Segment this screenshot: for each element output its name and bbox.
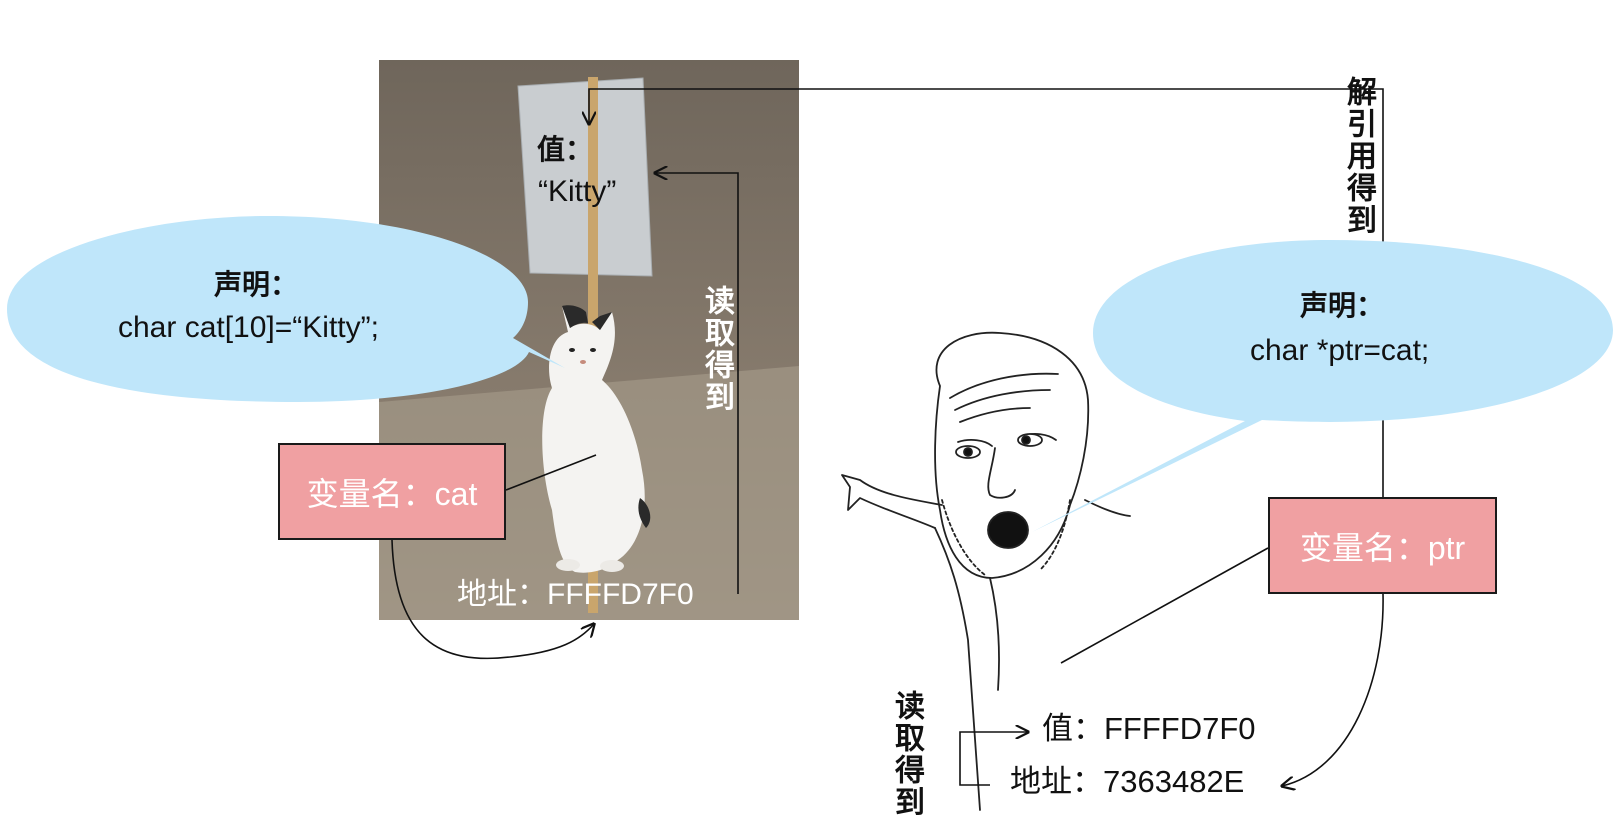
ptr-name-box: 变量名：ptr [1268,497,1497,594]
ptr-speech-bubble [1032,240,1613,532]
ptr-read-label: 读取得到 [889,690,924,818]
cat-declaration-code: char cat[10]=“Kitty”; [118,311,379,344]
ptr-address-arrow [1282,593,1384,786]
cat-address-label: 地址：FFFFD7F0 [457,578,694,611]
cat-read-label: 读取得到 [699,285,734,413]
ptr-name-connector [1060,547,1269,664]
cat-value-text: “Kitty” [538,175,617,208]
cat-declaration-label: 声明： [214,268,299,301]
ptr-value-label: 值：FFFFD7F0 [1042,711,1256,746]
cat-name-box: 变量名：cat [278,443,506,540]
cat-value-label: 值： [537,133,594,166]
diagram-canvas: 值： “Kitty” 地址：FFFFD7F0 读取得到 声明： char cat… [0,0,1616,830]
dereference-label: 解引用得到 [1341,76,1376,236]
ptr-declaration-label: 声明： [1300,289,1385,322]
ptr-address-label: 地址：7363482E [1010,764,1245,799]
ptr-declaration-code: char *ptr=cat; [1250,334,1430,367]
